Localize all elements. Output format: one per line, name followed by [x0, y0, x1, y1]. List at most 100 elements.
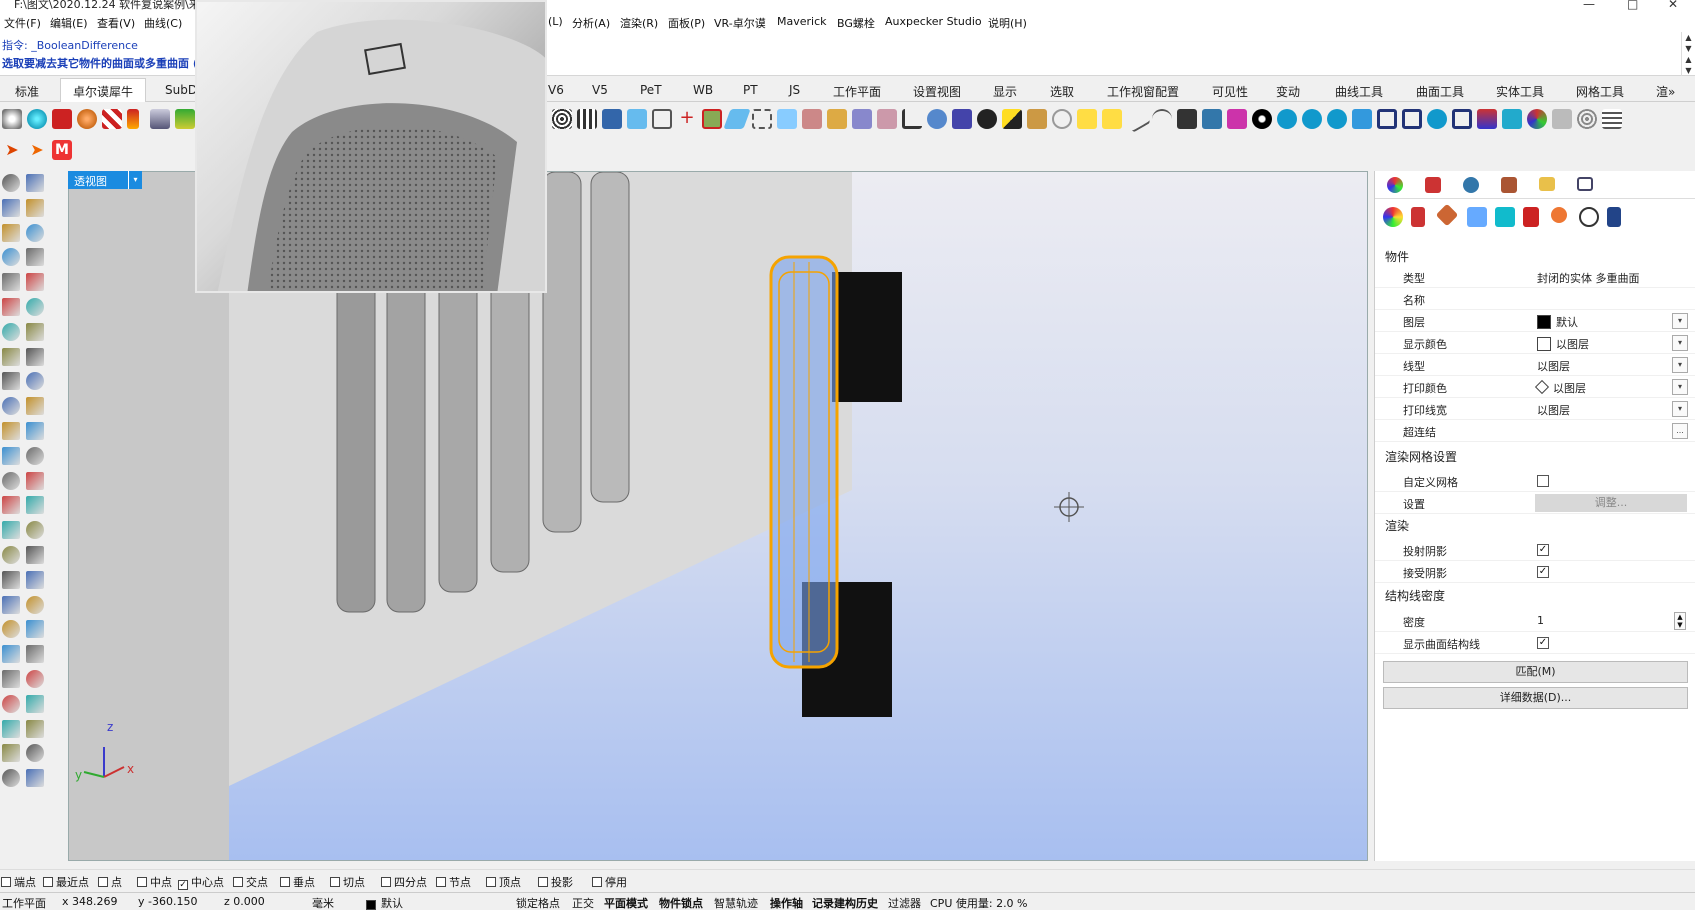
osnap-checkbox-11[interactable] — [538, 877, 548, 887]
tool-r10c1-icon[interactable] — [26, 422, 44, 440]
clip-icon[interactable] — [1552, 109, 1572, 129]
menu-auxpecker[interactable]: Auxpecker Studio — [885, 15, 982, 28]
osnap-checkbox-7[interactable] — [330, 877, 340, 887]
tool-r19c0-icon[interactable] — [2, 645, 20, 664]
tool-r6c0-icon[interactable] — [2, 322, 20, 341]
tool-r9c1-icon[interactable] — [26, 397, 44, 416]
shell-icon[interactable] — [2, 109, 22, 129]
house-icon[interactable] — [1352, 109, 1372, 129]
osnap-10[interactable]: 顶点 — [486, 874, 521, 890]
tool-r1c0-icon[interactable] — [2, 198, 20, 217]
tool-r7c0-icon[interactable] — [2, 347, 20, 366]
tool-r0c1-icon[interactable] — [26, 174, 44, 192]
tab-standard[interactable]: 标准 — [15, 83, 39, 100]
maximize-button[interactable]: □ — [1627, 0, 1638, 11]
ribbon-icon[interactable] — [1102, 109, 1122, 129]
tab-surface-tools[interactable]: 曲面工具 — [1416, 83, 1464, 100]
prop-density[interactable]: 密度 1 ▲ ▼ — [1375, 611, 1695, 632]
prop-linetype-dropdown[interactable]: ▾ — [1672, 357, 1688, 373]
menu-render[interactable]: 渲染(R) — [620, 15, 658, 31]
tool-r18c1-icon[interactable] — [26, 620, 44, 639]
plane-icon[interactable] — [723, 109, 751, 129]
named-views-tab-icon[interactable] — [1577, 177, 1593, 191]
density-input[interactable]: 1 — [1537, 614, 1544, 627]
render-page-icon[interactable] — [1523, 207, 1539, 227]
tool-r5c0-icon[interactable] — [2, 298, 20, 316]
tool-r3c0-icon[interactable] — [2, 248, 20, 267]
tool-r8c1-icon[interactable] — [26, 372, 44, 391]
minimize-button[interactable]: — — [1583, 0, 1595, 11]
tool-r6c1-icon[interactable] — [26, 322, 44, 341]
gear-pattern-icon[interactable] — [1027, 109, 1047, 129]
osnap-6[interactable]: 垂点 — [280, 874, 315, 890]
mesh-page-icon[interactable] — [1495, 207, 1515, 227]
hand-icon[interactable] — [852, 109, 872, 129]
tool-r2c0-icon[interactable] — [2, 223, 20, 242]
prop-layer-value[interactable]: 默认 — [1537, 314, 1578, 330]
tool-r24c1-icon[interactable] — [26, 769, 44, 788]
tool-r11c0-icon[interactable] — [2, 446, 20, 465]
prop-print-color-value[interactable]: 以图层 — [1534, 379, 1586, 396]
osnap-checkbox-1[interactable] — [43, 877, 53, 887]
target2-icon[interactable] — [1302, 109, 1322, 129]
osnap-1[interactable]: 最近点 — [43, 874, 89, 890]
tool-r10c0-icon[interactable] — [2, 422, 20, 440]
details-button[interactable]: 详细数据(D)... — [1383, 687, 1688, 709]
toggle-2[interactable]: 平面模式 — [604, 895, 648, 910]
blend-icon[interactable] — [927, 109, 947, 129]
osnap-5[interactable]: 交点 — [233, 874, 268, 890]
tool-r14c0-icon[interactable] — [2, 521, 20, 540]
material-icon[interactable] — [77, 109, 97, 129]
tool-r4c0-icon[interactable] — [2, 273, 20, 292]
tab-zhuoermo[interactable]: 卓尔谟犀牛 — [60, 78, 147, 102]
window2-icon[interactable] — [1402, 109, 1422, 129]
osnap-checkbox-6[interactable] — [280, 877, 290, 887]
tool-r0c0-icon[interactable] — [2, 174, 20, 192]
tool-r18c0-icon[interactable] — [2, 620, 20, 639]
tab-viewport-layout[interactable]: 工作视窗配置 — [1107, 83, 1179, 100]
dot-sphere-icon[interactable] — [1577, 109, 1597, 129]
section-icon[interactable] — [702, 109, 722, 129]
prop-show-isocurves[interactable]: 显示曲面结构线 ✓ — [1375, 633, 1695, 654]
tool-r19c1-icon[interactable] — [26, 645, 44, 664]
gem-icon[interactable] — [1502, 109, 1522, 129]
osnap-checkbox-0[interactable] — [1, 877, 11, 887]
help-tab-icon[interactable] — [1501, 177, 1517, 193]
network-icon[interactable] — [1202, 109, 1222, 129]
osnap-4[interactable]: ✓ 中心点 — [178, 874, 224, 890]
object-page-icon[interactable] — [1383, 207, 1403, 227]
osnap-3[interactable]: 中点 — [137, 874, 172, 890]
curve-icon[interactable] — [902, 109, 922, 129]
tool-r24c0-icon[interactable] — [2, 769, 20, 788]
dots-icon[interactable] — [552, 109, 572, 129]
menu-maverick[interactable]: Maverick — [777, 15, 827, 28]
tool-r15c1-icon[interactable] — [26, 546, 44, 564]
osnap-checkbox-3[interactable] — [137, 877, 147, 887]
tab-select[interactable]: 选取 — [1050, 83, 1074, 100]
close-button[interactable]: ✕ — [1668, 0, 1678, 11]
sphere-dark-icon[interactable] — [977, 109, 997, 129]
osnap-12[interactable]: 停用 — [592, 874, 627, 890]
array-icon[interactable] — [577, 109, 597, 129]
tool-r12c0-icon[interactable] — [2, 471, 20, 490]
tab-solid-tools[interactable]: 实体工具 — [1496, 83, 1544, 100]
prop-linetype-value[interactable]: 以图层 — [1537, 358, 1570, 374]
line-icon[interactable] — [1123, 105, 1151, 133]
gumball-icon[interactable] — [1054, 492, 1084, 522]
menu-vr[interactable]: VR-卓尔谟 — [714, 15, 766, 31]
target3-icon[interactable] — [1327, 109, 1347, 129]
viewport-dropdown[interactable]: ▾ — [128, 171, 142, 189]
units[interactable]: 毫米 — [312, 895, 334, 910]
layer-status[interactable]: 默认 — [366, 895, 403, 910]
command-scrollbar[interactable]: ▲ ▼ ▲ ▼ — [1681, 32, 1695, 76]
menu-analyze[interactable]: 分析(A) — [572, 15, 610, 31]
tool-r2c1-icon[interactable] — [26, 223, 44, 242]
person-icon[interactable] — [1177, 109, 1197, 129]
menu-l[interactable]: (L) — [548, 15, 563, 28]
spiral-icon[interactable] — [1052, 109, 1072, 129]
toggle-1[interactable]: 正交 — [572, 895, 594, 910]
window-icon[interactable] — [1377, 109, 1397, 129]
target4-icon[interactable] — [1427, 109, 1447, 129]
osnap-7[interactable]: 切点 — [330, 874, 365, 890]
custom-mesh-checkbox[interactable] — [1537, 475, 1549, 487]
